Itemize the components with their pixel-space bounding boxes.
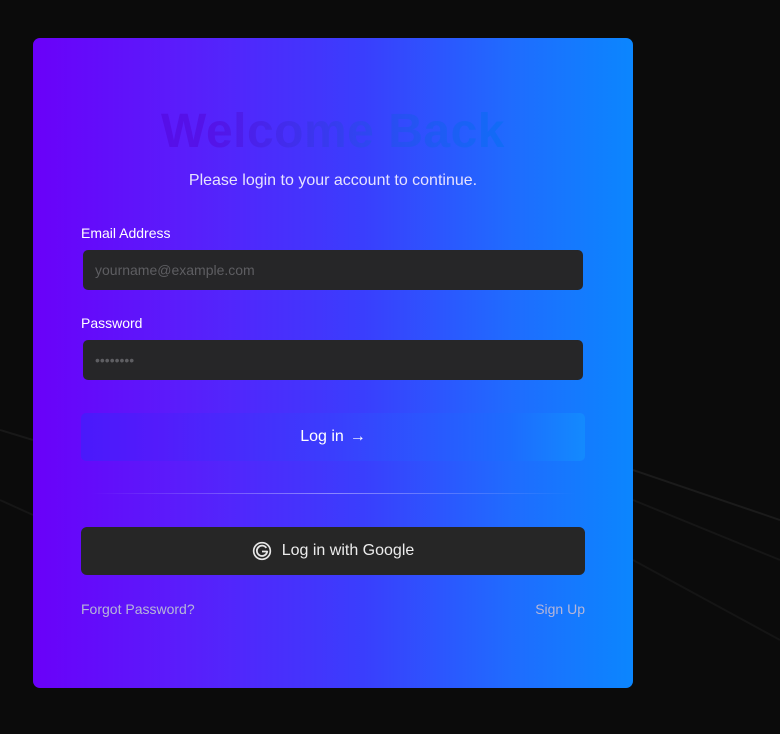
forgot-password-link[interactable]: Forgot Password? bbox=[81, 601, 195, 617]
email-label: Email Address bbox=[81, 225, 171, 241]
page-title: Welcome Back bbox=[33, 104, 633, 160]
google-login-button[interactable]: Log in with Google bbox=[81, 527, 585, 575]
sign-up-link[interactable]: Sign Up bbox=[535, 601, 585, 617]
email-field[interactable] bbox=[83, 250, 583, 290]
password-field[interactable] bbox=[83, 340, 583, 380]
login-button[interactable]: Log in → bbox=[81, 413, 585, 461]
subtitle: Please login to your account to continue… bbox=[188, 172, 478, 189]
login-card: Welcome Back Please login to your accoun… bbox=[33, 38, 633, 688]
google-button-label: Log in with Google bbox=[281, 542, 415, 559]
password-label: Password bbox=[81, 315, 143, 331]
login-button-label: Log in bbox=[300, 428, 344, 445]
divider bbox=[91, 493, 575, 494]
arrow-right-icon: → bbox=[349, 428, 366, 445]
google-g-icon bbox=[252, 541, 271, 561]
